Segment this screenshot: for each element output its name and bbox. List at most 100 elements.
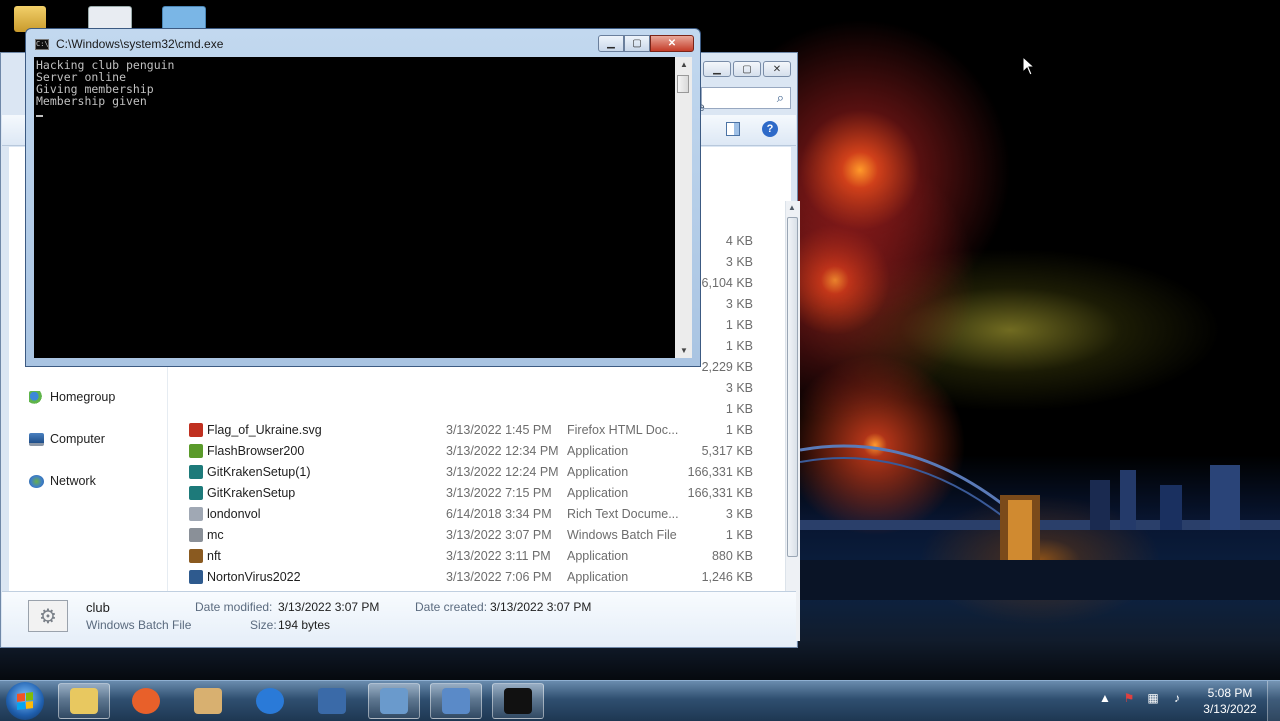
nav-item-computer[interactable]: Computer <box>29 429 105 449</box>
taskbar-item-explorer[interactable] <box>58 683 110 719</box>
help-icon[interactable]: ? <box>762 121 778 137</box>
taskbar-item-cmd[interactable] <box>492 683 544 719</box>
table-row[interactable]: GitKrakenSetup 3/13/2022 7:15 PM Applicati… <box>169 483 781 504</box>
table-row[interactable]: Flag_of_Ukraine.svg 3/13/2022 1:45 PM Fire… <box>169 420 781 441</box>
table-row[interactable]: GitKrakenSetup(1) 3/13/2022 12:24 PM Appli… <box>169 462 781 483</box>
cmd-icon <box>504 688 532 714</box>
file-date: 3/13/2022 7:06 PM <box>446 570 552 584</box>
explorer-caption-buttons: ▁ ▢ ✕ <box>703 61 791 77</box>
table-row[interactable]: 1 KB <box>661 399 781 420</box>
file-size: 1 KB <box>725 339 753 353</box>
clock-time: 5:08 PM <box>1207 686 1253 700</box>
nav-item-homegroup[interactable]: Homegroup <box>29 387 115 407</box>
taskbar: ▲ ⚑ ▦ ♪ 5:08 PM 3/13/2022 <box>0 680 1280 721</box>
file-size: 1 KB <box>725 423 753 437</box>
cmd-window[interactable]: C:\_ C:\Windows\system32\cmd.exe ▁ ▢ ✕ H… <box>25 28 701 367</box>
network-status-icon[interactable]: ▦ <box>1146 691 1160 705</box>
file-date: 3/13/2022 3:11 PM <box>446 549 551 563</box>
scrollbar-thumb[interactable] <box>787 217 798 557</box>
explorer-search-input[interactable]: ⌕ <box>701 87 791 109</box>
file-name: FlashBrowser200 <box>207 444 305 458</box>
show-desktop-button[interactable] <box>1267 681 1280 721</box>
cmd-close-button[interactable]: ✕ <box>650 35 694 52</box>
table-row[interactable]: 3 KB <box>661 378 781 399</box>
taskbar-item-firefox[interactable] <box>120 683 172 719</box>
file-size: 4 KB <box>725 234 753 248</box>
maximize-icon: ▢ <box>632 38 642 49</box>
explorer-minimize-button[interactable]: ▁ <box>703 61 731 77</box>
minimize-icon: ▁ <box>607 38 615 49</box>
file-type: Firefox HTML Doc... <box>567 423 679 437</box>
taskbar-item-paint[interactable] <box>182 683 234 719</box>
file-size: 3 KB <box>725 255 753 269</box>
file-size: 2,229 KB <box>701 360 753 374</box>
file-size: 1 KB <box>725 528 753 542</box>
file-icon <box>189 486 203 500</box>
cmd-maximize-button[interactable]: ▢ <box>624 35 650 52</box>
file-date: 3/13/2022 12:24 PM <box>446 465 559 479</box>
firefox-icon <box>132 688 160 714</box>
details-created-value: 3/13/2022 3:07 PM <box>490 600 592 614</box>
file-icon <box>189 528 203 542</box>
file-size: 1,246 KB <box>701 570 753 584</box>
mouse-pointer-icon <box>1022 55 1036 79</box>
explorer-maximize-button[interactable]: ▢ <box>733 61 761 77</box>
nav-item-label: Network <box>50 474 96 488</box>
file-icon <box>189 570 203 584</box>
scroll-down-icon[interactable]: ▼ <box>680 346 688 355</box>
explorer-icon <box>70 688 98 714</box>
taskbar-item-control-panel[interactable] <box>430 683 482 719</box>
details-file-type: Windows Batch File <box>86 618 192 632</box>
action-center-icon[interactable]: ⚑ <box>1122 691 1136 705</box>
preview-pane-icon[interactable] <box>726 122 740 136</box>
cmd-scrollbar[interactable]: ▲ ▼ <box>675 57 692 358</box>
cmd-console[interactable]: Hacking club penguin Server online Givin… <box>34 57 675 358</box>
details-pane: ⚙ club Windows Batch File Date modified:… <box>2 591 796 647</box>
taskbar-item-internet-explorer[interactable] <box>244 683 296 719</box>
file-icon <box>189 465 203 479</box>
show-hidden-icons-icon[interactable]: ▲ <box>1098 691 1112 705</box>
file-type: Application <box>567 570 629 584</box>
cmd-minimize-button[interactable]: ▁ <box>598 35 624 52</box>
file-date: 3/13/2022 3:07 PM <box>446 528 552 542</box>
search-icon[interactable]: ⌕ <box>777 90 784 106</box>
details-modified-label: Date modified: <box>195 600 273 614</box>
file-type: Application <box>567 465 629 479</box>
volume-icon[interactable]: ♪ <box>1170 691 1184 705</box>
start-button[interactable] <box>6 682 44 720</box>
table-row[interactable]: nft 3/13/2022 3:11 PM Application 880 KB <box>169 546 781 567</box>
close-icon: ✕ <box>667 38 677 49</box>
scroll-up-icon[interactable]: ▲ <box>788 203 796 212</box>
taskbar-item-image-viewer[interactable] <box>368 683 420 719</box>
table-row[interactable]: mc 3/13/2022 3:07 PM Windows Batch File 1 K… <box>169 525 781 546</box>
network-icon <box>29 474 44 488</box>
table-row[interactable]: NortonVirus2022 3/13/2022 7:06 PM Applicat… <box>169 567 781 588</box>
console-cursor <box>36 115 43 117</box>
file-name: mc <box>207 528 224 542</box>
taskbar-item-remote-desktop[interactable] <box>306 683 358 719</box>
taskbar-clock[interactable]: 5:08 PM 3/13/2022 <box>1200 685 1260 717</box>
cmd-window-title: C:\Windows\system32\cmd.exe <box>56 37 224 51</box>
table-row[interactable]: londonvol 6/14/2018 3:34 PM Rich Text Docu… <box>169 504 781 525</box>
file-list-scrollbar[interactable]: ▲ ▼ <box>785 201 800 641</box>
file-type: Rich Text Docume... <box>567 507 679 521</box>
file-name: GitKrakenSetup(1) <box>207 465 311 479</box>
file-name: GitKrakenSetup <box>207 486 296 500</box>
scroll-up-icon[interactable]: ▲ <box>680 60 688 69</box>
file-size: 3 KB <box>725 297 753 311</box>
file-size: 5,317 KB <box>701 444 753 458</box>
explorer-close-button[interactable]: ✕ <box>763 61 791 77</box>
control-panel-icon <box>442 688 470 714</box>
nav-item-label: Computer <box>50 432 105 446</box>
minimize-icon: ▁ <box>713 63 721 75</box>
file-size: 3 KB <box>725 381 753 395</box>
paint-icon <box>194 688 222 714</box>
nav-item-network[interactable]: Network <box>29 471 96 491</box>
nav-item-label: Homegroup <box>50 390 116 404</box>
table-row[interactable]: FlashBrowser200 3/13/2022 12:34 PM Applica… <box>169 441 781 462</box>
file-size: 880 KB <box>711 549 753 563</box>
file-size: 166,331 KB <box>687 465 753 479</box>
file-date: 6/14/2018 3:34 PM <box>446 507 552 521</box>
file-type: Application <box>567 444 629 458</box>
scrollbar-thumb[interactable] <box>677 75 689 93</box>
